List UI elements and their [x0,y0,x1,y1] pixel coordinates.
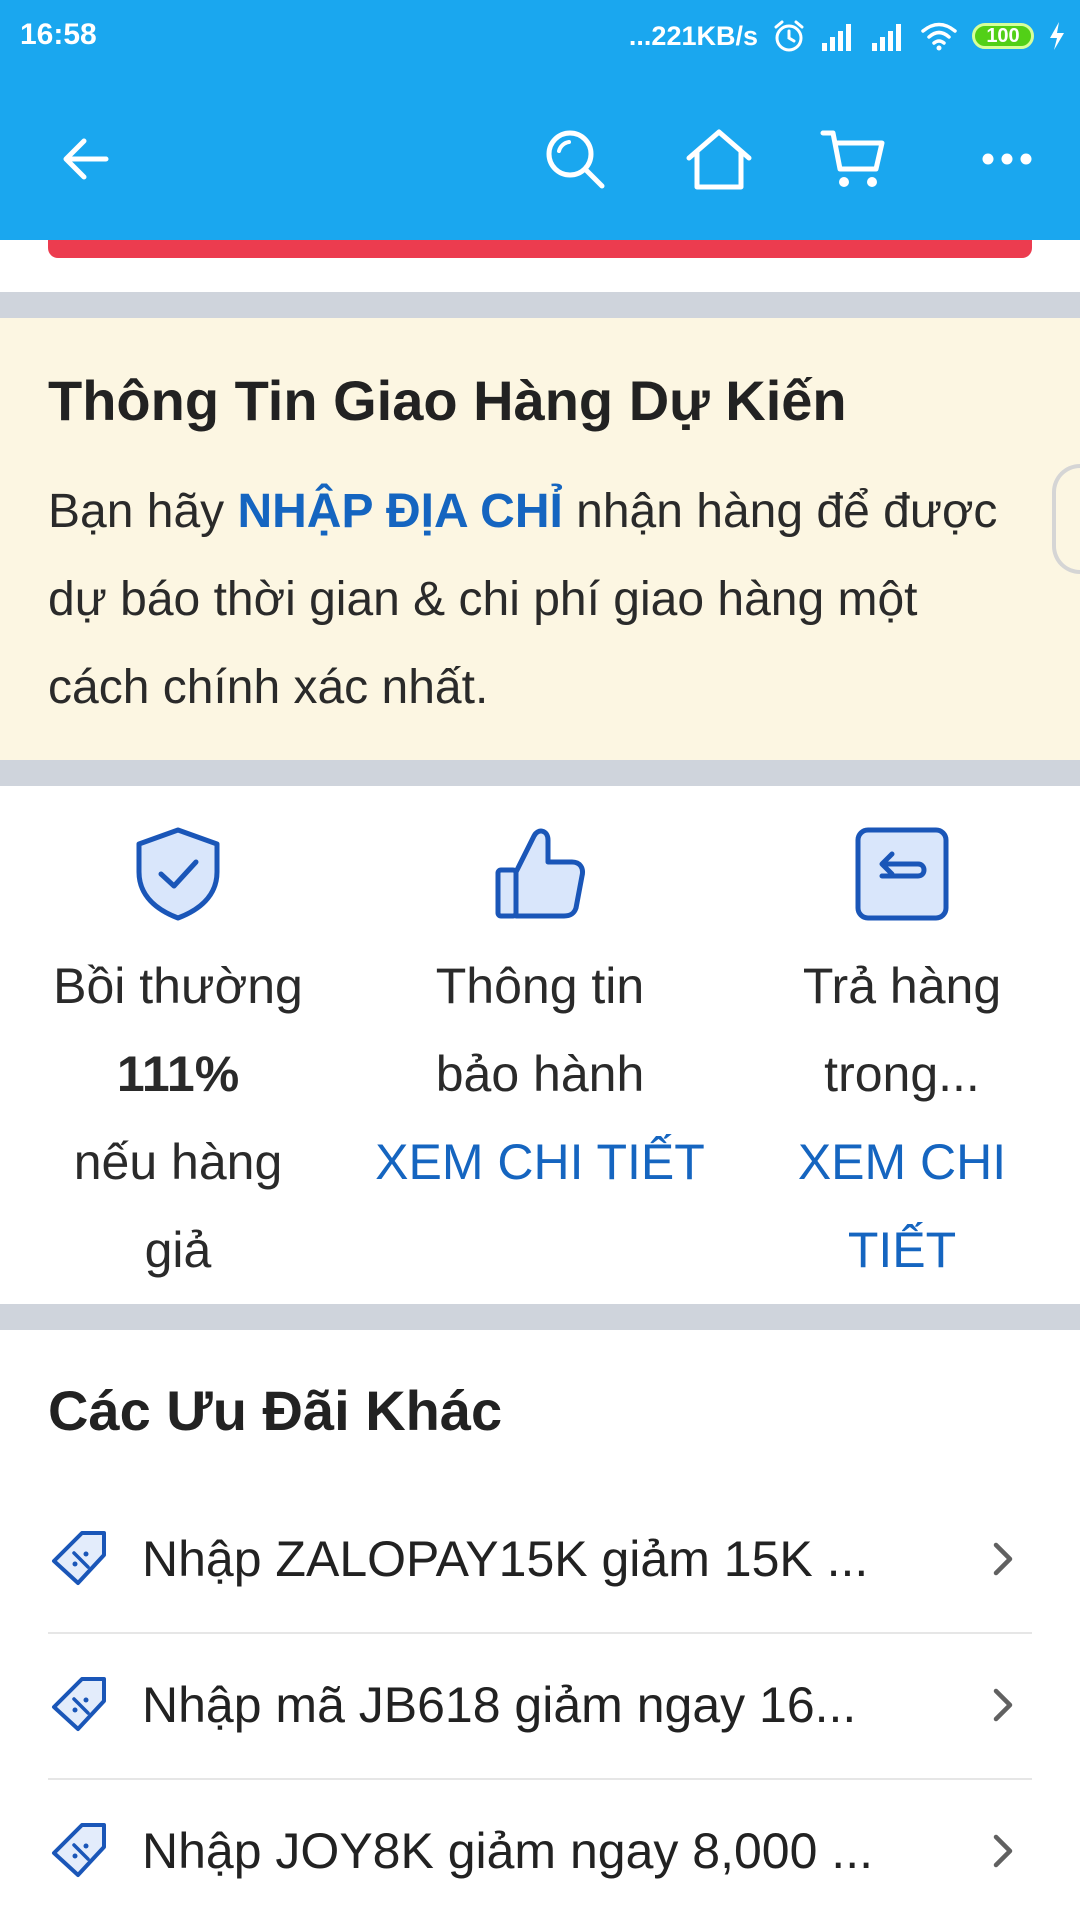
coupon-icon [52,1677,106,1731]
service-features: Bồi thường 111% nếu hàng giả Thông tin b… [0,786,1080,1304]
divider [0,1304,1080,1330]
return-icon [855,827,949,921]
alarm-icon [774,20,804,52]
feature-warranty-text: Thông tin bảo hành [435,958,645,1102]
feature-compensation-line1: Bồi thường [53,958,303,1014]
top-toolbar [0,74,1080,240]
arrow-left-icon [63,138,109,180]
delivery-text-prefix: Bạn hãy [48,485,238,538]
search-button[interactable] [540,124,610,194]
cart-icon [820,130,885,187]
delivery-info-text: Bạn hãy NHẬP ĐỊA CHỈ nhận hàng để được d… [48,468,1008,732]
delivery-info-section: Thông Tin Giao Hàng Dự Kiến Bạn hãy NHẬP… [0,318,1080,760]
chevron-right-icon [993,1542,1013,1576]
buy-button-edge[interactable] [48,240,1032,258]
warranty-details-link[interactable]: XEM CHI TIẾT [360,1118,720,1206]
search-icon [546,130,605,189]
other-offers-section: Các Ưu Đãi Khác Nhập ZALOPAY15K giảm 15K… [0,1330,1080,1920]
offer-item[interactable]: Nhập mã JB618 giảm ngay 16... [48,1632,1032,1780]
offer-item[interactable]: Nhập JOY8K giảm ngay 8,000 ... [48,1778,1032,1924]
feature-return-text: Trả hàng trong... [802,958,1002,1102]
more-icon [982,153,1032,165]
shield-check-icon [136,827,220,921]
divider [0,292,1080,318]
thumbs-up-icon [495,828,585,919]
home-icon [686,129,752,190]
cart-button[interactable] [818,124,888,194]
status-icons: ...221KB/s 100 [629,16,1066,56]
status-bar: 16:58 ...221KB/s 100 [0,0,1080,74]
divider [0,760,1080,786]
delivery-info-title: Thông Tin Giao Hàng Dự Kiến [48,369,847,432]
more-button[interactable] [972,124,1042,194]
chevron-right-icon [993,1688,1013,1722]
status-time: 16:58 [20,18,97,51]
feature-compensation-line3: nếu hàng giả [73,1134,283,1278]
offer-label: Nhập mã JB618 giảm ngay 16... [142,1677,857,1733]
offer-item[interactable]: Nhập ZALOPAY15K giảm 15K ... [48,1486,1032,1634]
feature-warranty: Thông tin bảo hành XEM CHI TIẾT [375,824,705,1206]
chevron-right-icon [993,1834,1013,1868]
feature-compensation: Bồi thường 111% nếu hàng giả [28,824,328,1294]
signal-icon [822,24,851,51]
offer-label: Nhập JOY8K giảm ngay 8,000 ... [142,1823,873,1879]
feature-compensation-percent: 111% [116,1046,240,1102]
battery-indicator: 100 [972,23,1034,49]
signal-icon [872,24,901,51]
enter-address-link[interactable]: NHẬP ĐỊA CHỈ [237,485,562,538]
charging-icon [1050,22,1064,50]
other-offers-title: Các Ưu Đãi Khác [48,1379,503,1442]
coupon-icon [52,1531,106,1585]
network-speed: ...221KB/s [628,20,758,51]
back-button[interactable] [50,124,120,194]
wifi-icon [921,22,957,51]
coupon-icon [52,1823,106,1877]
feature-return: Trả hàng trong... XEM CHI TIẾT [752,824,1052,1294]
scroll-handle[interactable] [1052,464,1080,574]
offer-label: Nhập ZALOPAY15K giảm 15K ... [142,1531,869,1587]
return-details-link[interactable]: XEM CHI TIẾT [787,1118,1017,1294]
home-button[interactable] [684,124,754,194]
